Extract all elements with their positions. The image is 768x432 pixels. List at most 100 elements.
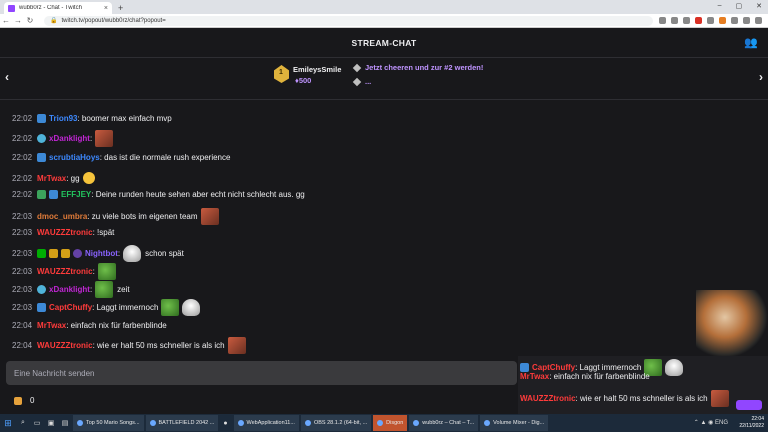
minimize-icon[interactable]: – <box>718 2 722 10</box>
extension-red-icon[interactable] <box>695 17 702 24</box>
volume-icon <box>484 420 491 426</box>
chat-message: 22:03 CaptChuffy : Laggt immernoch <box>12 299 201 316</box>
app-icon <box>377 420 384 426</box>
rank-badge-icon: 1 <box>274 65 289 83</box>
start-icon[interactable]: ⊞ <box>0 414 16 432</box>
gem-icon <box>352 77 362 87</box>
channel-points-icon <box>14 396 22 405</box>
back-icon[interactable]: ← <box>0 16 12 25</box>
crown-badge-icon <box>61 249 71 258</box>
rank-number: 1 <box>279 69 283 76</box>
laugh-emote-icon <box>82 172 95 184</box>
close-window-icon[interactable]: ✕ <box>756 2 762 10</box>
browser-tabbar: wubb0rz - Chat - Twitch × + – ▢ ✕ <box>0 0 768 14</box>
taskbar-app-active[interactable]: Disgon <box>373 415 408 431</box>
chat-text: : <box>117 249 121 258</box>
clock[interactable]: 22:04 22/11/2022 <box>739 416 764 430</box>
sub-badge-icon <box>37 153 47 162</box>
chat-username[interactable]: CaptChuffy <box>49 303 92 312</box>
chat-username[interactable]: MrTwax <box>37 321 66 330</box>
zoom-icon[interactable] <box>659 17 666 24</box>
chat-username[interactable]: xDanklight <box>49 285 90 294</box>
menu-icon[interactable] <box>755 17 762 24</box>
chat-username[interactable]: WAUZZZtronic <box>37 341 93 350</box>
chat-message: 22:02 Trion93 : boomer max einfach mvp <box>12 114 172 123</box>
chat-message: 22:04 WAUZZZtronic : wie er halt 50 ms s… <box>12 337 246 354</box>
chat-username[interactable]: Trion93 <box>49 114 77 123</box>
bits-badge-icon <box>49 249 59 258</box>
chat-text-after-emote: zeit <box>117 285 130 294</box>
ghost-emote-icon <box>665 359 684 376</box>
chat-text: : einfach nix für farbenblinde <box>66 321 167 330</box>
overlay-message: MrTwax : einfach nix für farbenblinde <box>520 372 650 381</box>
chrome-icon <box>413 420 420 426</box>
chrome-icon <box>77 420 83 426</box>
task-view-icon[interactable]: ▭ <box>30 414 44 432</box>
chat-username[interactable]: MrTwax <box>37 174 66 183</box>
chat-text: : Deine runden heute sehen aber echt nic… <box>91 190 305 199</box>
sidebar-icon[interactable] <box>731 17 738 24</box>
app-icon[interactable]: ▣ <box>44 414 58 432</box>
pepe-emote-icon <box>97 263 116 280</box>
browser-tab[interactable]: wubb0rz - Chat - Twitch × <box>4 2 112 14</box>
search-icon[interactable]: ⌕ <box>16 414 30 432</box>
chat-username[interactable]: xDanklight <box>49 134 90 143</box>
chat-username[interactable]: EFFJEY <box>61 190 91 199</box>
extension-orange-icon[interactable] <box>719 17 726 24</box>
taskbar-app[interactable]: wubb0rz – Chat – T... <box>409 415 479 431</box>
folder-icon[interactable]: ▤ <box>58 414 72 432</box>
chat-text: : gg <box>66 173 80 183</box>
chat-message: 22:02 xDanklight : <box>12 130 114 147</box>
taskbar-app[interactable]: OBS 28.1.2 (64-bit, ... <box>300 415 372 431</box>
taskbar-app[interactable]: Top 50 Mario Songs... <box>73 415 144 431</box>
leader-bits: ♦500 <box>295 76 312 85</box>
taskbar-app[interactable]: WebApplication11... <box>233 415 299 431</box>
chat-username[interactable]: dmoc_umbra <box>37 212 87 221</box>
share-icon[interactable] <box>671 17 678 24</box>
cheer-prompt[interactable]: Jetzt cheeren und zur #2 werden! <box>352 63 483 73</box>
chat-send-button[interactable] <box>736 400 762 410</box>
chrome-icon <box>149 420 156 426</box>
puzzle-icon[interactable] <box>707 17 714 24</box>
forward-icon[interactable]: → <box>12 16 24 25</box>
users-icon[interactable]: 👥 <box>744 36 758 49</box>
gift-badge-icon <box>37 190 47 199</box>
taskbar-app[interactable]: Volume Mixer - Dig... <box>480 415 549 431</box>
new-tab-button[interactable]: + <box>118 2 123 14</box>
chat-log: 22:02 Trion93 : boomer max einfach mvp 2… <box>0 100 768 358</box>
star-icon[interactable] <box>683 17 690 24</box>
chat-username[interactable]: WAUZZZtronic <box>37 228 93 237</box>
leader-username[interactable]: EmileysSmile <box>293 65 341 74</box>
leaderboard-prev-icon[interactable]: ‹ <box>5 70 9 84</box>
chat-username[interactable]: WAUZZZtronic <box>37 267 93 276</box>
chat-text: : wie er halt 50 ms schneller is als ich <box>92 341 225 350</box>
url-field[interactable]: 🔒 twitch.tv/popout/wubb0rz/chat?popout= <box>44 15 653 26</box>
face-emote-icon <box>95 130 114 147</box>
twitch-favicon-icon <box>8 4 15 12</box>
lock-icon: 🔒 <box>50 18 58 24</box>
sub-badge-icon <box>49 190 59 199</box>
pepe-emote-icon <box>161 299 180 316</box>
leaderboard-next-icon[interactable]: › <box>759 70 763 84</box>
reload-icon[interactable]: ↻ <box>24 16 36 25</box>
maximize-icon[interactable]: ▢ <box>736 2 743 10</box>
sub-badge-icon <box>37 303 47 312</box>
ghost-emote-icon <box>182 299 201 316</box>
chat-text: : <box>89 285 93 294</box>
chat-username[interactable]: scrubtiaHoys <box>49 153 100 162</box>
chat-message: 22:03 WAUZZZtronic : !spät <box>12 228 115 237</box>
profile-icon[interactable] <box>743 17 750 24</box>
chat-input[interactable] <box>6 361 517 385</box>
chat-username[interactable]: Nightbot <box>85 249 118 258</box>
app-icon[interactable]: ● <box>219 414 233 432</box>
chat-text: : !spät <box>92 228 115 237</box>
system-tray[interactable]: ⌃ ▲ ◉ ENG <box>694 419 728 426</box>
taskbar-app[interactable]: BATTLEFIELD 2042 ... <box>145 415 218 431</box>
channel-points[interactable]: 0 <box>14 396 34 405</box>
close-tab-icon[interactable]: × <box>104 5 108 12</box>
chat-message: 22:03 xDanklight : zeit <box>12 281 130 298</box>
chat-header: STREAM-CHAT 👥 <box>0 28 768 58</box>
tab-title: wubb0rz - Chat - Twitch <box>19 5 82 11</box>
snowflake-badge-icon <box>37 285 47 294</box>
sub-badge-icon <box>37 114 47 123</box>
